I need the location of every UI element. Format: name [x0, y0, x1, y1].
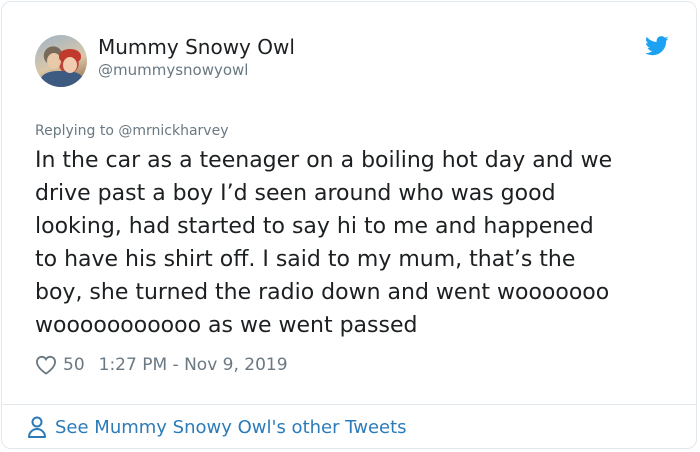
divider — [2, 404, 696, 405]
see-other-tweets-link[interactable]: See Mummy Snowy Owl's other Tweets — [27, 416, 407, 438]
see-other-tweets-label[interactable]: See Mummy Snowy Owl's other Tweets — [55, 417, 407, 438]
author-handle[interactable]: @mummysnowyowl — [98, 61, 248, 79]
replying-to[interactable]: Replying to @mrnickharvey — [35, 123, 228, 139]
heart-icon[interactable] — [35, 355, 57, 375]
tweet-text: In the car as a teenager on a boiling ho… — [35, 148, 613, 338]
tweet-meta: 50 1:27 PM - Nov 9, 2019 — [35, 352, 288, 378]
tweet-timestamp[interactable]: 1:27 PM - Nov 9, 2019 — [99, 355, 288, 375]
tweet-card: Mummy Snowy Owl @mummysnowyowl Replying … — [1, 1, 697, 449]
author-display-name[interactable]: Mummy Snowy Owl — [98, 35, 295, 59]
twitter-bird-icon[interactable] — [645, 36, 669, 56]
like-count: 50 — [63, 355, 85, 375]
avatar[interactable] — [35, 35, 87, 87]
person-icon — [28, 416, 46, 438]
